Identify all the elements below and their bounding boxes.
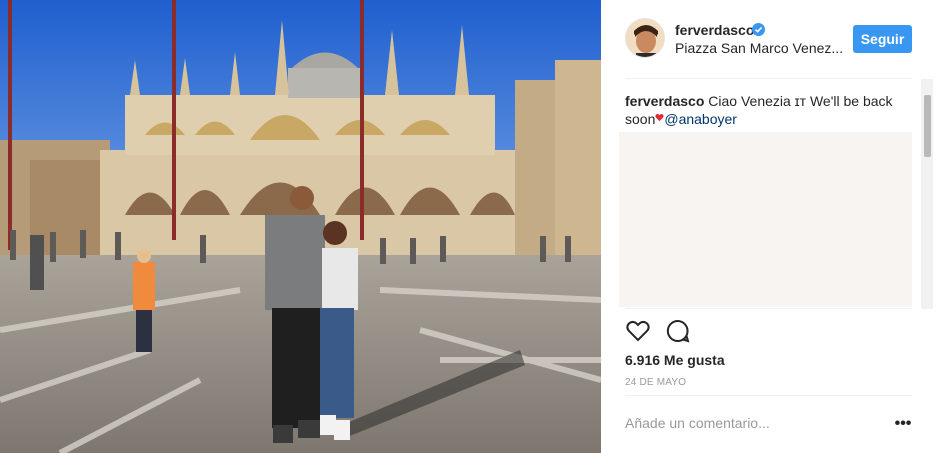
input-divider — [625, 395, 912, 396]
header-divider — [625, 78, 912, 79]
red-heart-emoji-icon — [655, 113, 664, 122]
verified-badge-icon — [752, 23, 765, 36]
avatar[interactable] — [625, 18, 665, 58]
comment-input[interactable]: Añade un comentario... — [625, 415, 770, 431]
post-photo[interactable] — [0, 0, 601, 453]
speech-bubble-icon[interactable] — [665, 318, 691, 344]
location-link[interactable]: Piazza San Marco Venez... — [675, 40, 843, 56]
caption-mention[interactable]: @anaboyer — [664, 111, 737, 127]
comments-divider — [625, 308, 912, 309]
photo-image — [0, 0, 601, 453]
likes-count[interactable]: 6.916 Me gusta — [625, 352, 725, 368]
post-date[interactable]: 24 DE MAYO — [625, 377, 686, 388]
scrollbar-thumb[interactable] — [924, 95, 931, 157]
ellipsis-icon[interactable]: ••• — [893, 415, 913, 433]
comments-area — [619, 132, 912, 307]
caption: ferverdasco Ciao Venezia ɪᴛ We'll be bac… — [625, 92, 915, 128]
post-header: ferverdasco Piazza San Marco Venez... Se… — [601, 0, 936, 78]
post-panel: ferverdasco Piazza San Marco Venez... Se… — [601, 0, 936, 453]
username[interactable]: ferverdasco — [675, 22, 754, 38]
heart-outline-icon[interactable] — [625, 318, 651, 344]
caption-username[interactable]: ferverdasco — [625, 93, 704, 109]
follow-button[interactable]: Seguir — [853, 25, 912, 53]
avatar-image — [626, 19, 664, 57]
